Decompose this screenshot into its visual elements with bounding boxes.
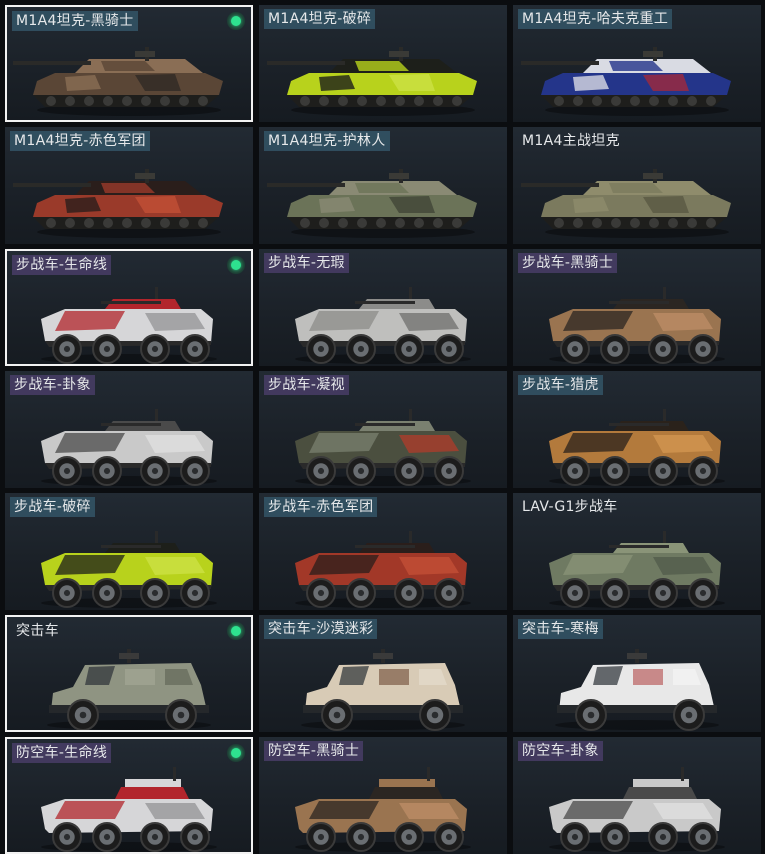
vehicle-image — [555, 649, 719, 731]
vehicle-skin-card[interactable]: 步战车-无瑕 — [259, 249, 507, 366]
vehicle-skin-card[interactable]: M1A4主战坦克 — [513, 127, 761, 244]
vehicle-skin-grid: M1A4坦克-黑骑士 M1A4坦克-破碎 M1A4坦克-哈夫克重工 M1A4坦克… — [5, 5, 761, 854]
vehicle-skin-card[interactable]: 步战车-猎虎 — [513, 371, 761, 488]
vehicle-image — [295, 767, 471, 852]
vehicle-image — [295, 409, 471, 486]
vehicle-image — [13, 47, 223, 116]
vehicle-skin-card[interactable]: 防空车-卦象 — [513, 737, 761, 854]
vehicle-image — [301, 649, 465, 731]
vehicle-skin-card[interactable]: 步战车-凝视 — [259, 371, 507, 488]
vehicle-skin-card[interactable]: M1A4坦克-护林人 — [259, 127, 507, 244]
vehicle-skin-card[interactable]: 防空车-黑骑士 — [259, 737, 507, 854]
vehicle-skin-card[interactable]: 步战车-卦象 — [5, 371, 253, 488]
vehicle-skin-card[interactable]: 步战车-生命线 — [5, 249, 253, 366]
vehicle-skin-card[interactable]: 突击车-沙漠迷彩 — [259, 615, 507, 732]
vehicle-image — [41, 531, 217, 608]
vehicle-image — [41, 287, 217, 364]
vehicle-image — [267, 169, 477, 238]
vehicle-skin-card[interactable]: M1A4坦克-破碎 — [259, 5, 507, 122]
vehicle-image — [295, 531, 471, 608]
vehicle-image — [549, 767, 725, 852]
vehicle-image — [549, 287, 725, 364]
vehicle-skin-card[interactable]: 步战车-黑骑士 — [513, 249, 761, 366]
vehicle-image — [47, 649, 211, 730]
vehicle-image — [521, 47, 731, 116]
vehicle-skin-card[interactable]: M1A4坦克-哈夫克重工 — [513, 5, 761, 122]
vehicle-image — [549, 531, 725, 608]
vehicle-image — [549, 409, 725, 486]
vehicle-skin-card[interactable]: M1A4坦克-赤色军团 — [5, 127, 253, 244]
vehicle-skin-card[interactable]: 步战车-赤色军团 — [259, 493, 507, 610]
vehicle-image — [295, 287, 471, 364]
vehicle-skin-card[interactable]: 突击车-寒梅 — [513, 615, 761, 732]
vehicle-image — [13, 169, 223, 238]
vehicle-image — [41, 409, 217, 486]
vehicle-skin-card[interactable]: 防空车-生命线 — [5, 737, 253, 854]
vehicle-skin-card[interactable]: 步战车-破碎 — [5, 493, 253, 610]
vehicle-skin-card[interactable]: LAV-G1步战车 — [513, 493, 761, 610]
vehicle-image — [521, 169, 731, 238]
vehicle-skin-card[interactable]: 突击车 — [5, 615, 253, 732]
vehicle-image — [41, 767, 217, 852]
vehicle-image — [267, 47, 477, 116]
vehicle-skin-card[interactable]: M1A4坦克-黑骑士 — [5, 5, 253, 122]
